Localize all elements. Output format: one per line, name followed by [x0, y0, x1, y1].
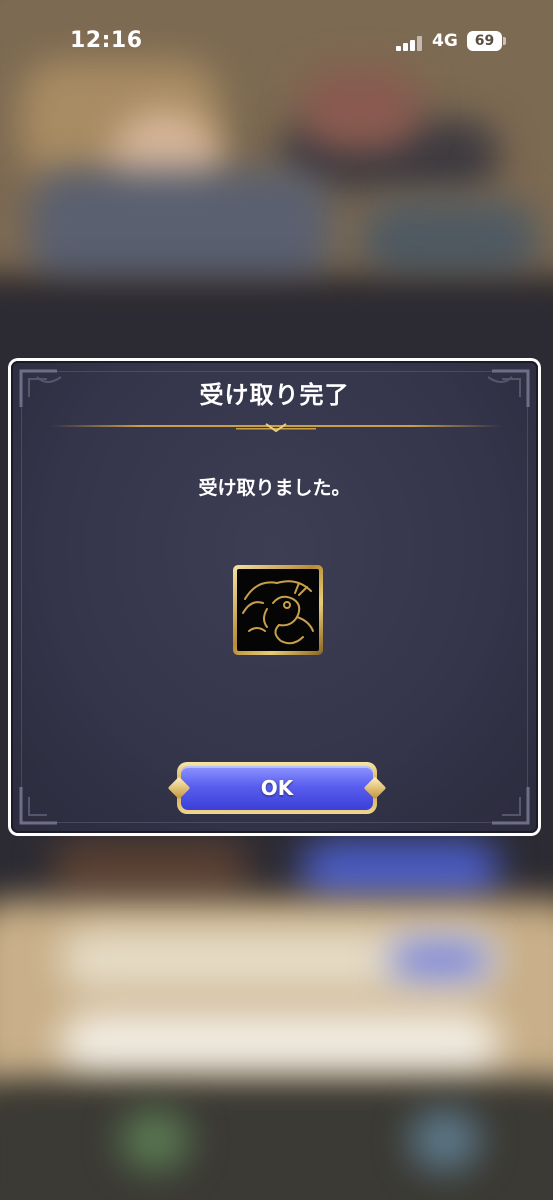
corner-ornament-icon	[19, 787, 57, 825]
title-divider	[51, 423, 501, 433]
ok-button-label: OK	[260, 776, 294, 800]
battery-tip	[503, 37, 506, 45]
reward-item	[233, 565, 323, 655]
corner-ornament-icon	[492, 787, 530, 825]
dialog-message: 受け取りました。	[198, 477, 351, 499]
screen: 12:16 4G 69 受け取り完了 受け取りました。 OK	[0, 0, 553, 1200]
reward-dialog: 受け取り完了 受け取りました。 OK	[8, 358, 541, 836]
battery-icon: 69	[467, 31, 502, 51]
signal-strength-icon	[396, 35, 424, 51]
status-bar: 12:16 4G 69	[0, 0, 553, 84]
dialog-title: 受け取り完了	[199, 381, 350, 409]
status-time: 12:16	[70, 28, 143, 53]
golden-dragon-icon	[237, 569, 319, 651]
dialog-panel: 受け取り完了 受け取りました。 OK	[11, 361, 538, 833]
network-type: 4G	[432, 31, 458, 51]
ok-button[interactable]: OK	[167, 762, 387, 814]
